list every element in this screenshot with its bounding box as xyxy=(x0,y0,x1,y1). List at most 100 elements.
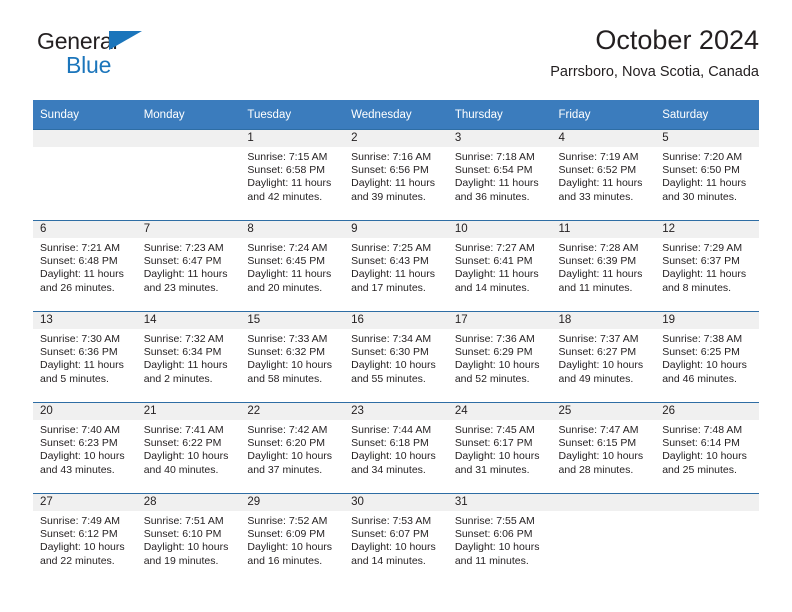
daylight-text: Daylight: 11 hours and 20 minutes. xyxy=(247,268,332,294)
sunrise-text: Sunrise: 7:42 AM xyxy=(247,424,328,436)
daylight-text: Daylight: 11 hours and 33 minutes. xyxy=(558,177,643,203)
daylight-text: Daylight: 10 hours and 19 minutes. xyxy=(143,541,229,567)
calendar-day-cell[interactable]: 16 Sunrise: 7:34 AM Sunset: 6:30 PM Dayligh… xyxy=(344,311,448,403)
day-number xyxy=(33,130,137,147)
sunset-text: Sunset: 6:14 PM xyxy=(662,437,740,450)
day-details: Sunrise: 7:25 AM Sunset: 6:43 PM Daylight:… xyxy=(344,238,448,295)
day-details: Sunrise: 7:23 AM Sunset: 6:47 PM Daylight:… xyxy=(137,238,241,295)
calendar-day-cell[interactable]: 11 Sunrise: 7:28 AM Sunset: 6:39 PM Dayligh… xyxy=(551,220,656,312)
calendar-day-cell[interactable]: 17 Sunrise: 7:36 AM Sunset: 6:29 PM Dayligh… xyxy=(447,311,552,403)
day-details: Sunrise: 7:21 AM Sunset: 6:48 PM Daylight:… xyxy=(33,238,137,295)
calendar-day-cell[interactable]: 3 Sunrise: 7:18 AM Sunset: 6:54 PM Daylight… xyxy=(447,129,552,221)
calendar-day-cell[interactable]: 9 Sunrise: 7:25 AM Sunset: 6:43 PM Daylight… xyxy=(344,220,448,312)
day-details: Sunrise: 7:48 AM Sunset: 6:14 PM Daylight:… xyxy=(655,420,759,477)
sunrise-text: Sunrise: 7:16 AM xyxy=(351,151,432,163)
general-blue-logo[interactable]: General Blue xyxy=(37,30,277,77)
calendar-day-cell[interactable]: 27 Sunrise: 7:49 AM Sunset: 6:12 PM Dayligh… xyxy=(33,493,137,584)
weekday-header-monday: Monday xyxy=(136,100,241,130)
daylight-text: Daylight: 10 hours and 55 minutes. xyxy=(351,359,436,385)
daylight-text: Daylight: 10 hours and 16 minutes. xyxy=(247,541,333,567)
sunset-text: Sunset: 6:20 PM xyxy=(247,437,326,450)
weekday-header-wednesday: Wednesday xyxy=(344,100,448,130)
daylight-text: Daylight: 10 hours and 43 minutes. xyxy=(40,450,125,476)
daylight-text: Daylight: 11 hours and 2 minutes. xyxy=(143,359,228,385)
calendar-day-cell[interactable]: 7 Sunrise: 7:23 AM Sunset: 6:47 PM Daylight… xyxy=(136,220,241,312)
day-number: 9 xyxy=(344,221,448,238)
calendar-day-cell[interactable]: 28 Sunrise: 7:51 AM Sunset: 6:10 PM Dayligh… xyxy=(136,493,241,584)
sunrise-text: Sunrise: 7:33 AM xyxy=(247,333,328,345)
day-number: 22 xyxy=(240,403,345,420)
sunset-text: Sunset: 6:27 PM xyxy=(558,346,637,359)
calendar-day-cell[interactable]: 15 Sunrise: 7:33 AM Sunset: 6:32 PM Dayligh… xyxy=(240,311,345,403)
day-details: Sunrise: 7:15 AM Sunset: 6:58 PM Daylight:… xyxy=(240,147,344,204)
sunset-text: Sunset: 6:48 PM xyxy=(40,255,118,268)
day-number: 11 xyxy=(551,221,656,238)
calendar-day-cell[interactable]: 31 Sunrise: 7:55 AM Sunset: 6:06 PM Dayligh… xyxy=(447,493,552,584)
day-details: Sunrise: 7:44 AM Sunset: 6:18 PM Daylight:… xyxy=(344,420,448,477)
calendar-day-cell[interactable]: 13 Sunrise: 7:30 AM Sunset: 6:36 PM Dayligh… xyxy=(33,311,137,403)
calendar-day-cell[interactable]: 30 Sunrise: 7:53 AM Sunset: 6:07 PM Dayligh… xyxy=(344,493,448,584)
sunset-text: Sunset: 6:07 PM xyxy=(351,528,429,541)
calendar-day-cell[interactable]: 14 Sunrise: 7:32 AM Sunset: 6:34 PM Dayligh… xyxy=(136,311,241,403)
day-details: Sunrise: 7:55 AM Sunset: 6:06 PM Daylight:… xyxy=(448,511,552,568)
calendar-day-cell[interactable]: 21 Sunrise: 7:41 AM Sunset: 6:22 PM Dayligh… xyxy=(136,402,241,494)
sunrise-text: Sunrise: 7:20 AM xyxy=(662,151,743,163)
calendar-day-cell[interactable]: 10 Sunrise: 7:27 AM Sunset: 6:41 PM Dayligh… xyxy=(447,220,552,312)
weekday-header-thursday: Thursday xyxy=(447,100,552,130)
day-details: Sunrise: 7:52 AM Sunset: 6:09 PM Daylight:… xyxy=(240,511,344,568)
daylight-text: Daylight: 11 hours and 26 minutes. xyxy=(40,268,124,294)
sunset-text: Sunset: 6:43 PM xyxy=(351,255,429,268)
day-details: Sunrise: 7:34 AM Sunset: 6:30 PM Daylight:… xyxy=(344,329,448,386)
day-number: 25 xyxy=(551,403,656,420)
daylight-text: Daylight: 11 hours and 11 minutes. xyxy=(558,268,643,294)
calendar-day-cell[interactable]: 6 Sunrise: 7:21 AM Sunset: 6:48 PM Daylight… xyxy=(33,220,137,312)
calendar-day-cell[interactable]: 4 Sunrise: 7:19 AM Sunset: 6:52 PM Daylight… xyxy=(551,129,656,221)
daylight-text: Daylight: 11 hours and 17 minutes. xyxy=(351,268,435,294)
daylight-text: Daylight: 11 hours and 42 minutes. xyxy=(247,177,332,203)
calendar-day-cell[interactable]: 18 Sunrise: 7:37 AM Sunset: 6:27 PM Dayligh… xyxy=(551,311,656,403)
daylight-text: Daylight: 10 hours and 58 minutes. xyxy=(247,359,333,385)
sunrise-text: Sunrise: 7:23 AM xyxy=(143,242,224,254)
day-details: Sunrise: 7:19 AM Sunset: 6:52 PM Daylight:… xyxy=(552,147,656,204)
calendar-day-cell[interactable]: 24 Sunrise: 7:45 AM Sunset: 6:17 PM Dayligh… xyxy=(447,402,552,494)
day-details: Sunrise: 7:41 AM Sunset: 6:22 PM Daylight:… xyxy=(137,420,241,477)
daylight-text: Daylight: 10 hours and 40 minutes. xyxy=(143,450,229,476)
daylight-text: Daylight: 11 hours and 5 minutes. xyxy=(40,359,124,385)
calendar-day-cell[interactable]: 5 Sunrise: 7:20 AM Sunset: 6:50 PM Daylight… xyxy=(655,129,759,221)
calendar-day-cell[interactable]: 25 Sunrise: 7:47 AM Sunset: 6:15 PM Dayligh… xyxy=(551,402,656,494)
calendar-day-cell[interactable]: 20 Sunrise: 7:40 AM Sunset: 6:23 PM Dayligh… xyxy=(33,402,137,494)
day-details: Sunrise: 7:20 AM Sunset: 6:50 PM Daylight:… xyxy=(655,147,759,204)
calendar-week-row: 1 Sunrise: 7:15 AM Sunset: 6:58 PM Daylight… xyxy=(33,129,759,221)
sunset-text: Sunset: 6:36 PM xyxy=(40,346,118,359)
daylight-text: Daylight: 10 hours and 52 minutes. xyxy=(454,359,540,385)
sunrise-text: Sunrise: 7:25 AM xyxy=(351,242,432,254)
calendar-day-cell[interactable]: 19 Sunrise: 7:38 AM Sunset: 6:25 PM Dayligh… xyxy=(655,311,759,403)
day-number: 1 xyxy=(240,130,345,147)
calendar-day-cell[interactable]: 8 Sunrise: 7:24 AM Sunset: 6:45 PM Daylight… xyxy=(240,220,345,312)
sunrise-text: Sunrise: 7:32 AM xyxy=(143,333,224,345)
day-details: Sunrise: 7:18 AM Sunset: 6:54 PM Daylight:… xyxy=(448,147,552,204)
daylight-text: Daylight: 10 hours and 31 minutes. xyxy=(454,450,540,476)
sunrise-text: Sunrise: 7:51 AM xyxy=(143,515,224,527)
calendar-week-row: 6 Sunrise: 7:21 AM Sunset: 6:48 PM Daylight… xyxy=(33,220,759,312)
logo-text-general: General xyxy=(37,28,118,54)
calendar-day-cell[interactable]: 26 Sunrise: 7:48 AM Sunset: 6:14 PM Dayligh… xyxy=(655,402,759,494)
sunrise-sunset-calendar: Sunday Monday Tuesday Wednesday Thursday… xyxy=(33,100,759,584)
sunset-text: Sunset: 6:56 PM xyxy=(351,164,429,177)
calendar-body: 1 Sunrise: 7:15 AM Sunset: 6:58 PM Daylight… xyxy=(33,129,759,584)
sunset-text: Sunset: 6:09 PM xyxy=(247,528,326,541)
calendar-day-cell[interactable]: 1 Sunrise: 7:15 AM Sunset: 6:58 PM Daylight… xyxy=(240,129,345,221)
calendar-day-cell[interactable]: 29 Sunrise: 7:52 AM Sunset: 6:09 PM Dayligh… xyxy=(240,493,345,584)
sunrise-text: Sunrise: 7:24 AM xyxy=(247,242,328,254)
sunset-text: Sunset: 6:29 PM xyxy=(454,346,533,359)
daylight-text: Daylight: 11 hours and 23 minutes. xyxy=(143,268,228,294)
calendar-day-cell[interactable]: 22 Sunrise: 7:42 AM Sunset: 6:20 PM Dayligh… xyxy=(240,402,345,494)
calendar-day-cell[interactable]: 2 Sunrise: 7:16 AM Sunset: 6:56 PM Daylight… xyxy=(344,129,448,221)
calendar-day-cell[interactable]: 23 Sunrise: 7:44 AM Sunset: 6:18 PM Dayligh… xyxy=(344,402,448,494)
calendar-day-cell[interactable]: 12 Sunrise: 7:29 AM Sunset: 6:37 PM Dayligh… xyxy=(655,220,759,312)
daylight-text: Daylight: 10 hours and 22 minutes. xyxy=(40,541,125,567)
sunrise-text: Sunrise: 7:37 AM xyxy=(558,333,639,345)
sunrise-text: Sunrise: 7:28 AM xyxy=(558,242,639,254)
sunset-text: Sunset: 6:22 PM xyxy=(143,437,222,450)
weekday-header-friday: Friday xyxy=(551,100,656,130)
